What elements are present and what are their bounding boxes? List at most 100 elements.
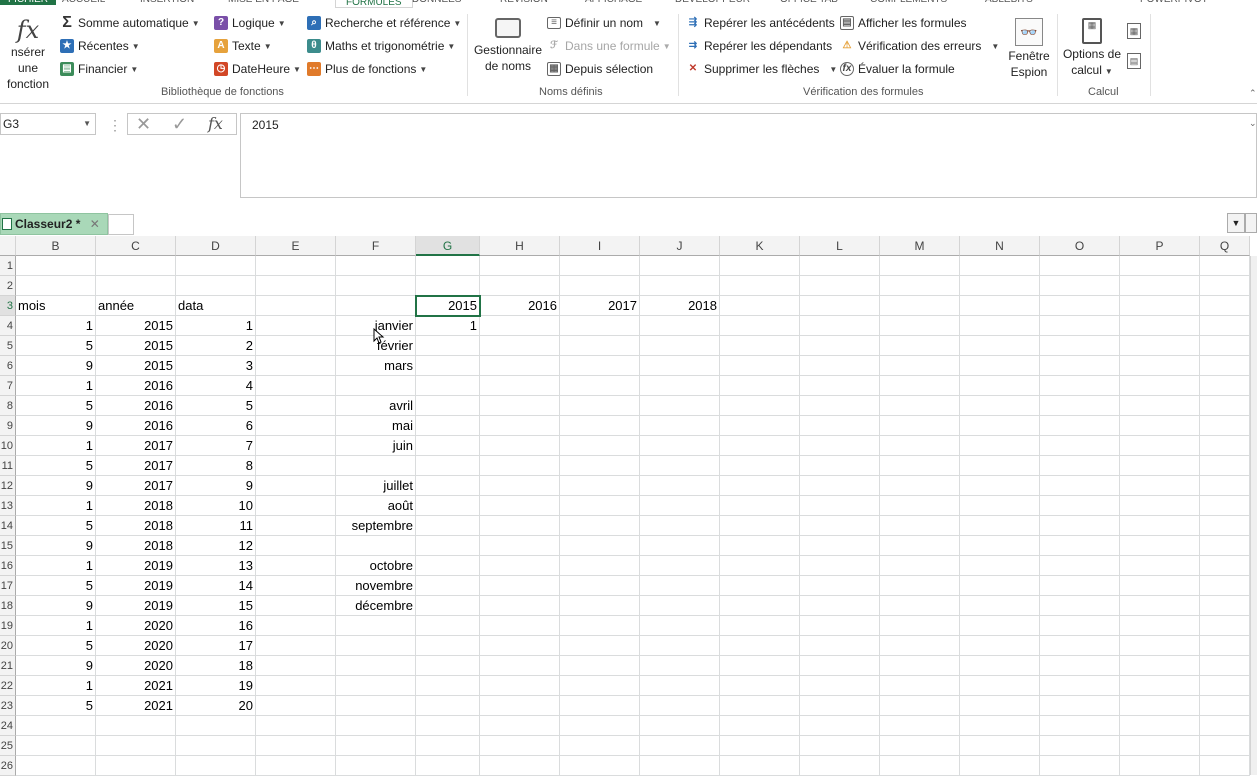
cell-N20[interactable]	[960, 636, 1040, 656]
cell-D16[interactable]: 13	[176, 556, 256, 576]
row-header-1[interactable]: 1	[0, 256, 16, 276]
column-header-F[interactable]: F	[336, 236, 416, 256]
cell-E14[interactable]	[256, 516, 336, 536]
cell-B1[interactable]	[16, 256, 96, 276]
cell-M6[interactable]	[880, 356, 960, 376]
cell-M13[interactable]	[880, 496, 960, 516]
cell-Q12[interactable]	[1200, 476, 1250, 496]
cell-K4[interactable]	[720, 316, 800, 336]
cell-G4[interactable]: 1	[416, 316, 480, 336]
cell-G11[interactable]	[416, 456, 480, 476]
cell-I21[interactable]	[560, 656, 640, 676]
cell-I24[interactable]	[560, 716, 640, 736]
cell-G18[interactable]	[416, 596, 480, 616]
cell-E16[interactable]	[256, 556, 336, 576]
cell-D11[interactable]: 8	[176, 456, 256, 476]
column-header-I[interactable]: I	[560, 236, 640, 256]
cell-E11[interactable]	[256, 456, 336, 476]
cell-D3[interactable]: data	[176, 296, 256, 316]
cell-C10[interactable]: 2017	[96, 436, 176, 456]
select-all-corner[interactable]	[0, 236, 16, 256]
cell-C7[interactable]: 2016	[96, 376, 176, 396]
cell-H12[interactable]	[480, 476, 560, 496]
cell-K8[interactable]	[720, 396, 800, 416]
cell-E2[interactable]	[256, 276, 336, 296]
row-header-6[interactable]: 6	[0, 356, 16, 376]
cell-J22[interactable]	[640, 676, 720, 696]
cell-H21[interactable]	[480, 656, 560, 676]
row-header-16[interactable]: 16	[0, 556, 16, 576]
cell-N7[interactable]	[960, 376, 1040, 396]
cell-D26[interactable]	[176, 756, 256, 776]
cell-G21[interactable]	[416, 656, 480, 676]
cell-C3[interactable]: année	[96, 296, 176, 316]
cell-G16[interactable]	[416, 556, 480, 576]
cell-J25[interactable]	[640, 736, 720, 756]
row-header-18[interactable]: 18	[0, 596, 16, 616]
cell-F20[interactable]	[336, 636, 416, 656]
cell-P22[interactable]	[1120, 676, 1200, 696]
cell-B26[interactable]	[16, 756, 96, 776]
workbook-tab[interactable]: Classeur2 * ✕	[0, 213, 108, 235]
column-header-Q[interactable]: Q	[1200, 236, 1250, 256]
cell-O4[interactable]	[1040, 316, 1120, 336]
cell-E7[interactable]	[256, 376, 336, 396]
cell-J23[interactable]	[640, 696, 720, 716]
cell-L10[interactable]	[800, 436, 880, 456]
datetime-button[interactable]: ◷ DateHeure ▼	[214, 59, 301, 79]
cell-K21[interactable]	[720, 656, 800, 676]
cell-B4[interactable]: 1	[16, 316, 96, 336]
cell-N11[interactable]	[960, 456, 1040, 476]
cell-G19[interactable]	[416, 616, 480, 636]
cell-J17[interactable]	[640, 576, 720, 596]
cell-J1[interactable]	[640, 256, 720, 276]
row-header-10[interactable]: 10	[0, 436, 16, 456]
cell-C22[interactable]: 2021	[96, 676, 176, 696]
cell-G3[interactable]: 2015	[415, 295, 481, 317]
cell-Q23[interactable]	[1200, 696, 1250, 716]
cell-M25[interactable]	[880, 736, 960, 756]
cell-Q21[interactable]	[1200, 656, 1250, 676]
cell-G9[interactable]	[416, 416, 480, 436]
cell-D6[interactable]: 3	[176, 356, 256, 376]
cell-Q22[interactable]	[1200, 676, 1250, 696]
cell-C18[interactable]: 2019	[96, 596, 176, 616]
column-header-B[interactable]: B	[16, 236, 96, 256]
cell-G15[interactable]	[416, 536, 480, 556]
cell-J10[interactable]	[640, 436, 720, 456]
cell-M3[interactable]	[880, 296, 960, 316]
cell-J15[interactable]	[640, 536, 720, 556]
cell-L16[interactable]	[800, 556, 880, 576]
cell-F21[interactable]	[336, 656, 416, 676]
row-header-14[interactable]: 14	[0, 516, 16, 536]
column-header-J[interactable]: J	[640, 236, 720, 256]
column-header-O[interactable]: O	[1040, 236, 1120, 256]
cell-D20[interactable]: 17	[176, 636, 256, 656]
cell-G23[interactable]	[416, 696, 480, 716]
error-checking-button[interactable]: ⚠ Vérification des erreurs ▼	[840, 36, 1000, 56]
cell-N9[interactable]	[960, 416, 1040, 436]
cell-C16[interactable]: 2019	[96, 556, 176, 576]
cell-H22[interactable]	[480, 676, 560, 696]
cell-E15[interactable]	[256, 536, 336, 556]
row-header-19[interactable]: 19	[0, 616, 16, 636]
cell-B18[interactable]: 9	[16, 596, 96, 616]
cell-F24[interactable]	[336, 716, 416, 736]
cell-P14[interactable]	[1120, 516, 1200, 536]
cell-K18[interactable]	[720, 596, 800, 616]
cell-N22[interactable]	[960, 676, 1040, 696]
cell-G6[interactable]	[416, 356, 480, 376]
cell-F2[interactable]	[336, 276, 416, 296]
cell-L8[interactable]	[800, 396, 880, 416]
cell-F6[interactable]: mars	[336, 356, 416, 376]
cell-K3[interactable]	[720, 296, 800, 316]
cell-I6[interactable]	[560, 356, 640, 376]
cell-G25[interactable]	[416, 736, 480, 756]
cell-J6[interactable]	[640, 356, 720, 376]
cell-L17[interactable]	[800, 576, 880, 596]
cell-G8[interactable]	[416, 396, 480, 416]
cell-G7[interactable]	[416, 376, 480, 396]
create-from-selection-button[interactable]: ▦ Depuis sélection	[547, 59, 653, 79]
cell-Q10[interactable]	[1200, 436, 1250, 456]
cell-G12[interactable]	[416, 476, 480, 496]
